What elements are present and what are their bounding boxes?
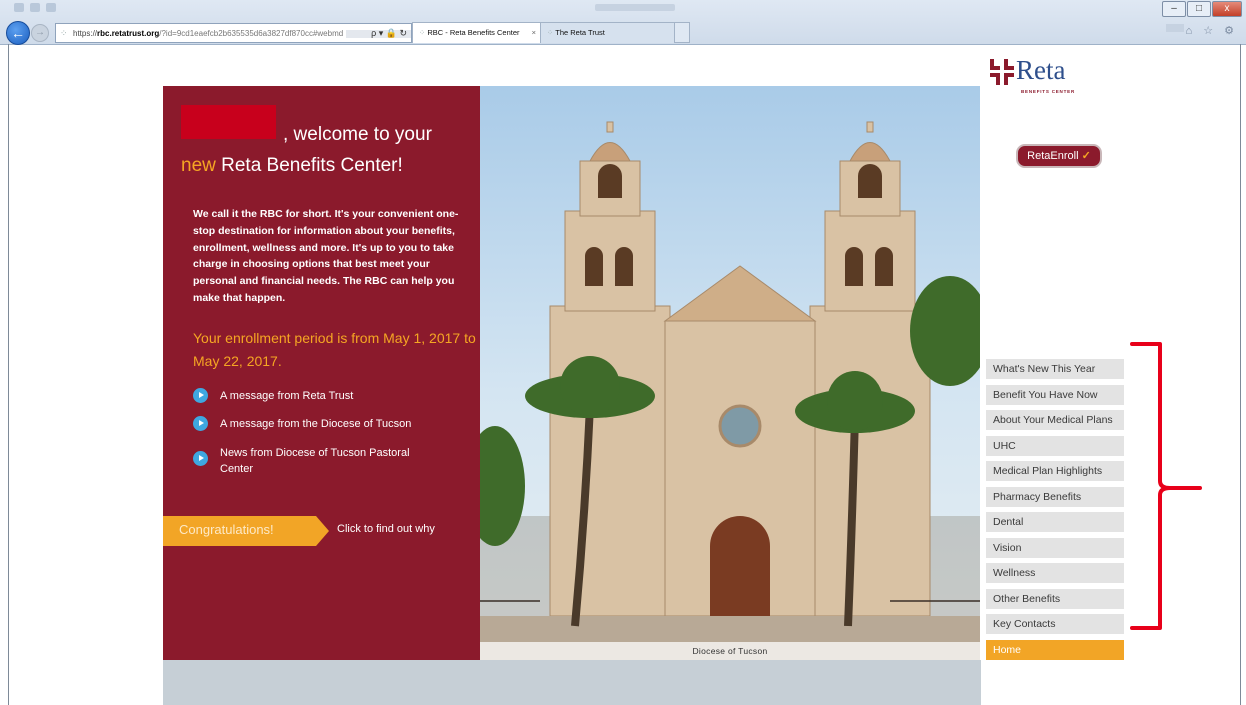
menu-item-key-contacts[interactable]: Key Contacts	[986, 614, 1124, 634]
welcome-rest: Reta Benefits Center!	[215, 155, 403, 176]
menu-item-pharmacy[interactable]: Pharmacy Benefits	[986, 486, 1124, 507]
title-text-blurred	[595, 4, 675, 11]
congratulations-banner[interactable]: Congratulations!	[163, 516, 329, 546]
menu-item-uhc[interactable]: UHC	[986, 435, 1124, 456]
address-tools[interactable]: ρ ▾ 🔒 ↻	[371, 24, 407, 42]
menu-item-plan-highlights[interactable]: Medical Plan Highlights	[986, 461, 1124, 481]
footer-bar	[163, 660, 981, 705]
play-icon	[193, 416, 208, 431]
play-icon	[193, 388, 208, 403]
message-label: News from Diocese of Tucson Pastoral Cen…	[220, 447, 410, 475]
url-domain: rbc.retatrust.org	[97, 29, 160, 38]
message-label: A message from Reta Trust	[220, 390, 354, 402]
menu-item-whats-new[interactable]: What's New This Year	[986, 359, 1124, 379]
menu-item-vision[interactable]: Vision	[986, 537, 1124, 558]
message-label: A message from the Diocese of Tucson	[220, 418, 412, 430]
congrats-label: Congratulations!	[179, 522, 274, 537]
redacted-name	[181, 105, 276, 139]
quick-access-icon[interactable]	[30, 3, 40, 12]
back-button[interactable]: ←	[6, 21, 30, 45]
message-link-reta-trust[interactable]: A message from Reta Trust	[193, 388, 445, 404]
message-link-pastoral-center[interactable]: News from Diocese of Tucson Pastoral Cen…	[193, 445, 445, 477]
arrow-right-icon: →	[35, 27, 45, 38]
close-tab-icon[interactable]: ×	[532, 23, 536, 43]
photo-caption: Diocese of Tucson	[480, 642, 980, 660]
maximize-button[interactable]: □	[1187, 1, 1211, 17]
intro-text: We call it the RBC for short. It's your …	[193, 208, 459, 304]
reta-logo[interactable]: Reta BENEFITS CENTER	[988, 55, 1088, 105]
menu-item-dental[interactable]: Dental	[986, 512, 1124, 532]
window-frame-right	[1240, 44, 1241, 705]
quick-access-icon[interactable]	[46, 3, 56, 12]
retaenroll-button[interactable]: RetaEnroll ✓	[1016, 144, 1102, 168]
title-bar: – □ x	[0, 0, 1246, 18]
cathedral-illustration	[480, 121, 980, 642]
address-bar[interactable]: ⁘ https://rbc.retatrust.org/?id=9cd1eaefc…	[55, 23, 412, 43]
new-tab-button[interactable]	[674, 22, 690, 43]
browser-chrome: – □ x ← → ⁘ https://rbc.retatrust.org/?id…	[0, 0, 1246, 45]
cathedral-photo	[480, 86, 980, 642]
message-link-diocese[interactable]: A message from the Diocese of Tucson	[193, 416, 445, 432]
forward-button[interactable]: →	[31, 24, 49, 42]
quick-access-icon[interactable]	[14, 3, 24, 12]
window-frame-left	[8, 44, 9, 705]
menu-item-benefit-you-have-now[interactable]: Benefit You Have Now	[986, 384, 1124, 405]
url-path: /?id=9cd1eaefcb2b635535d6a3827df870cc#we…	[159, 29, 344, 38]
annotation-bracket-icon	[1130, 342, 1202, 630]
url-scheme: https://	[73, 29, 98, 38]
close-window-button[interactable]: x	[1212, 1, 1242, 17]
welcome-new: new	[181, 155, 216, 176]
welcome-panel: , welcome to your new Reta Benefits Cent…	[163, 86, 480, 660]
menu-item-wellness[interactable]: Wellness	[986, 563, 1124, 583]
tab-rbc[interactable]: ⁘ RBC - Reta Benefits Center ×	[412, 22, 542, 43]
site-icon: ⁘	[60, 28, 68, 38]
play-icon	[193, 451, 208, 466]
checkmark-icon: ✓	[1081, 150, 1091, 162]
tab-label: RBC - Reta Benefits Center	[427, 28, 520, 37]
arrow-left-icon: ←	[11, 25, 25, 41]
tab-label: The Reta Trust	[555, 28, 605, 37]
toolbar-icons[interactable]: ⌂ ☆ ⚙	[1186, 24, 1238, 37]
site-icon: ⁘	[547, 28, 556, 37]
retaenroll-label: RetaEnroll	[1027, 150, 1079, 162]
find-out-why-link[interactable]: Click to find out why	[337, 523, 435, 535]
cross-logo-icon	[990, 59, 1014, 85]
minimize-button[interactable]: –	[1162, 1, 1186, 17]
toolbar-blurred	[1166, 24, 1184, 32]
window-controls: – □ x	[1162, 1, 1242, 17]
logo-wordmark: Reta	[1016, 55, 1066, 85]
enrollment-period: Your enrollment period is from May 1, 20…	[193, 330, 476, 369]
welcome-text: , welcome to your	[283, 124, 432, 145]
menu-item-home[interactable]: Home	[986, 639, 1124, 660]
tab-reta-trust[interactable]: ⁘ The Reta Trust	[540, 22, 686, 43]
benefits-menu: What's New This Year Benefit You Have No…	[986, 359, 1124, 665]
logo-subtitle: BENEFITS CENTER	[1021, 89, 1076, 94]
menu-item-other-benefits[interactable]: Other Benefits	[986, 588, 1124, 609]
menu-item-medical-plans[interactable]: About Your Medical Plans	[986, 410, 1124, 430]
